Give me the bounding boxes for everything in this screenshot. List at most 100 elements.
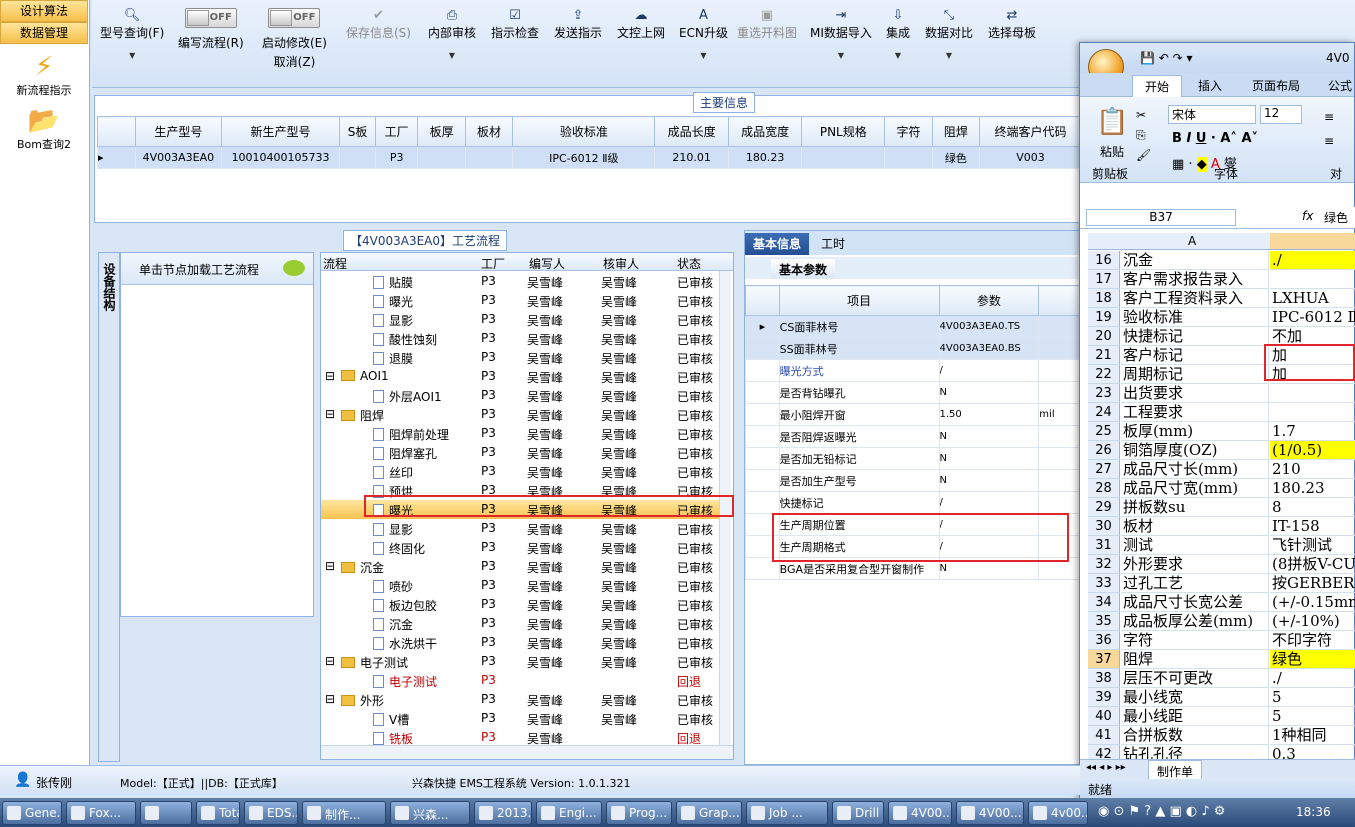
tab-basic-info[interactable]: 基本信息 (745, 233, 810, 255)
sheet-row[interactable]: 28 成品尺寸宽(mm) 180.23 (1088, 479, 1355, 498)
flow-tree-row[interactable]: 曝光 P3 吴雪峰 吴雪峰 已审核 (321, 291, 721, 310)
cell-a[interactable]: 板材 (1121, 517, 1269, 536)
flow-tree-row[interactable]: 喷砂 P3 吴雪峰 吴雪峰 已审核 (321, 576, 721, 595)
side-tab-equipment-structure[interactable]: 设备结构 (98, 252, 120, 762)
column-b-header[interactable] (1270, 233, 1355, 249)
cell-b[interactable]: 飞针测试 (1270, 536, 1355, 555)
cancel-label[interactable]: 取消(Z) (262, 53, 327, 70)
font-size-select[interactable]: 12 (1260, 105, 1302, 124)
cell-a[interactable]: 工程要求 (1121, 403, 1269, 422)
taskbar-button[interactable]: 4V00... (956, 801, 1024, 825)
sheet-row[interactable]: 26 铜箔厚度(OZ) (1/0.5) (1088, 441, 1355, 460)
chevron-down-icon[interactable]: ▼ (100, 51, 164, 60)
param-row[interactable]: ▸ CS面菲林号 4V003A3EA0.TS (745, 315, 1083, 338)
start-modify-switch[interactable]: OFF (268, 8, 321, 28)
table-cell[interactable]: IPC-6012 Ⅱ级 (512, 146, 656, 169)
bold-italic-underline-buttons[interactable]: B I U · A˄ A˅ (1172, 131, 1258, 146)
flow-tree-row[interactable]: 水洗烘干 P3 吴雪峰 吴雪峰 已审核 (321, 633, 721, 652)
cell-a[interactable]: 拼板数su (1121, 498, 1269, 517)
taskbar-button[interactable]: 4v00... (1028, 801, 1088, 825)
flow-tree-row[interactable]: 沉金 P3 吴雪峰 吴雪峰 已审核 (321, 614, 721, 633)
param-value[interactable]: 1.50 (938, 403, 1040, 426)
taskbar-button[interactable]: 2013... (474, 801, 532, 825)
row-number[interactable]: 22 (1088, 365, 1120, 384)
internal-review-button[interactable]: ⎙ 内部审核 ▼ (428, 8, 476, 60)
flow-tree-row[interactable]: ⊟ AOI1 P3 吴雪峰 吴雪峰 已审核 (321, 367, 721, 386)
taskbar-button[interactable]: Total... (196, 801, 240, 825)
column-header[interactable]: 字符 (884, 116, 933, 147)
cell-a[interactable]: 出货要求 (1121, 384, 1269, 403)
flow-tree-row[interactable]: 显影 P3 吴雪峰 吴雪峰 已审核 (321, 310, 721, 329)
ribbon-tab-page-layout[interactable]: 页面布局 (1252, 77, 1300, 94)
write-flow-toggle[interactable]: OFF 编写流程(R) (178, 8, 244, 51)
cell-a[interactable]: 成品尺寸宽(mm) (1121, 479, 1269, 498)
taskbar-button[interactable]: Prog... (606, 801, 672, 825)
column-header[interactable]: 成品长度 (654, 116, 729, 147)
cell-a[interactable]: 成品板厚公差(mm) (1121, 612, 1269, 631)
row-number[interactable]: 23 (1088, 384, 1120, 403)
model-query-button[interactable]: 🔍︎ 型号查询(F) ▼ (100, 8, 164, 60)
ecn-upgrade-button[interactable]: A ECN升级 ▼ (679, 8, 728, 60)
column-header[interactable]: 板厚 (417, 116, 466, 147)
flow-tree-row[interactable]: V槽 P3 吴雪峰 吴雪峰 已审核 (321, 709, 721, 728)
flow-tree-row[interactable]: ⊟ 阻焊 P3 吴雪峰 吴雪峰 已审核 (321, 405, 721, 424)
cell-a[interactable]: 沉金 (1121, 251, 1269, 270)
sheet-row[interactable]: 18 客户工程资料录入 LXHUA (1088, 289, 1355, 308)
row-number[interactable]: 40 (1088, 707, 1120, 726)
sheet-row[interactable]: 32外形要求(8拼板V-CUT (1088, 555, 1355, 574)
column-header[interactable]: 板材 (464, 116, 514, 147)
cell-b[interactable]: 不印字符 (1270, 631, 1355, 650)
cell-b[interactable] (1270, 270, 1355, 289)
table-row[interactable]: ▸ 4V003A3EA0 10010400105733 P3 IPC-6012 Ⅱ级 21… (97, 146, 1082, 169)
flow-tree-row[interactable]: ⊟ 电子测试 P3 吴雪峰 吴雪峰 已审核 (321, 652, 721, 671)
design-algorithm-button[interactable]: 设计算法 (0, 0, 88, 22)
sheet-row[interactable]: 31 测试 飞针测试 (1088, 536, 1355, 555)
table-cell[interactable] (801, 146, 886, 169)
row-number[interactable]: 31 (1088, 536, 1120, 555)
system-tray-icons[interactable]: ◉ ⊙ ⚑ ? ▲ ▣ ◐ ♪ ⚙ (1098, 804, 1225, 819)
param-row[interactable]: 最小阻焊开窗 1.50 mil (745, 403, 1083, 426)
param-row[interactable]: 是否加生产型号 N (745, 469, 1083, 492)
cell-b[interactable]: LXHUA (1270, 289, 1355, 308)
taskbar-button[interactable]: Engi... (536, 801, 602, 825)
param-row[interactable]: SS面菲林号 4V003A3EA0.BS (745, 337, 1083, 360)
cell-a[interactable]: 客户需求报告录入 (1121, 270, 1269, 289)
row-number[interactable]: 32 (1088, 555, 1120, 574)
sheet-row[interactable]: 29 拼板数su 8 (1088, 498, 1355, 517)
row-number[interactable]: 28 (1088, 479, 1120, 498)
cell-a[interactable]: 客户工程资料录入 (1121, 289, 1269, 308)
param-row[interactable]: 是否加无铅标记 N (745, 447, 1083, 470)
param-value[interactable]: N (938, 447, 1040, 470)
cell-b[interactable]: ./ (1270, 669, 1355, 688)
tab-work-hours[interactable]: 工时 (813, 233, 853, 255)
row-number[interactable]: 39 (1088, 688, 1120, 707)
sheet-row[interactable]: 24 工程要求 (1088, 403, 1355, 422)
cut-copy-icons[interactable]: ✂ ⎘ 🖌 (1136, 105, 1151, 165)
row-number[interactable]: 21 (1088, 346, 1120, 365)
param-value[interactable]: / (938, 359, 1040, 382)
flow-tree-row[interactable]: ⊟ 外形 P3 吴雪峰 吴雪峰 已审核 (321, 690, 721, 709)
param-row[interactable]: 是否阻焊返曝光 N (745, 425, 1083, 448)
taskbar-button[interactable]: 兴森... (390, 801, 470, 825)
chevron-down-icon[interactable]: ▼ (428, 51, 476, 60)
column-a-header[interactable]: A (1188, 234, 1196, 248)
bom-query-tool[interactable]: 📂 Bom查询2 (0, 106, 88, 152)
table-cell[interactable]: 绿色 (931, 146, 981, 169)
name-box[interactable]: B37 (1086, 209, 1236, 226)
table-cell[interactable]: P3 (374, 146, 419, 169)
table-cell[interactable]: 10010400105733 (220, 146, 341, 169)
subtab-basic-params[interactable]: 基本参数 (771, 259, 836, 279)
ribbon-tab-home[interactable]: 开始 (1132, 75, 1183, 97)
flow-tree-row[interactable]: 显影 P3 吴雪峰 吴雪峰 已审核 (321, 519, 721, 538)
collapse-icon[interactable]: ⊟ (325, 654, 335, 668)
row-number[interactable]: 30 (1088, 517, 1120, 536)
collapse-icon[interactable]: ⊟ (325, 692, 335, 706)
sheet-row[interactable]: 17 客户需求报告录入 (1088, 270, 1355, 289)
paste-label[interactable]: 粘贴 (1100, 143, 1124, 160)
table-cell[interactable] (339, 146, 376, 169)
table-cell[interactable]: 4V003A3EA0 (134, 146, 222, 169)
sheet-row[interactable]: 16 沉金 ./ (1088, 251, 1355, 270)
row-number[interactable]: 36 (1088, 631, 1120, 650)
param-value[interactable]: / (938, 491, 1040, 514)
table-cell[interactable] (884, 146, 933, 169)
